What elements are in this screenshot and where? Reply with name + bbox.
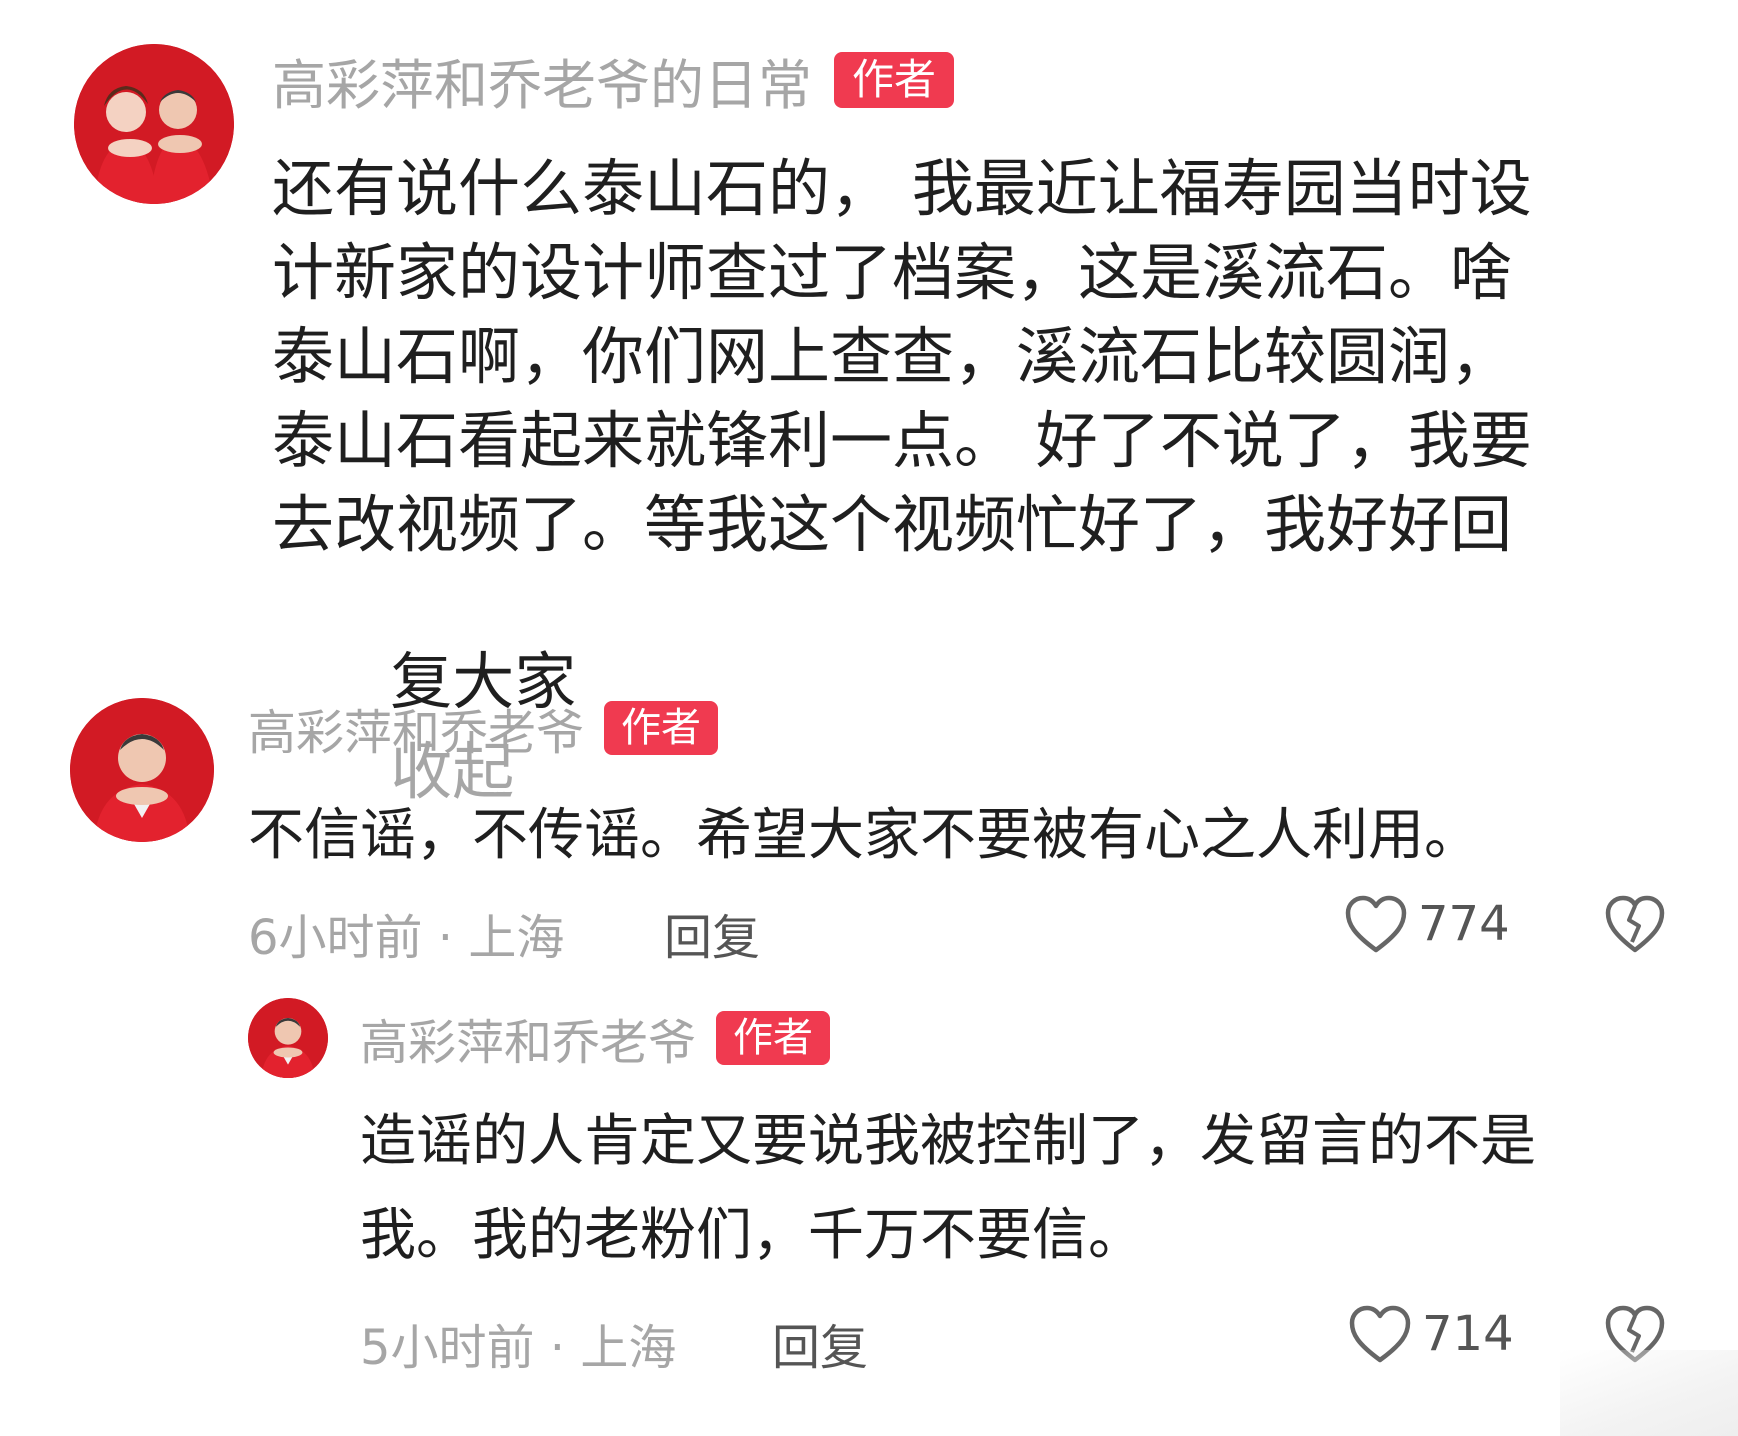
reply-button[interactable]: 回复: [664, 898, 760, 968]
corner-fade: [1560, 1350, 1738, 1436]
comment-meta: 5小时前 · 上海: [360, 1320, 677, 1376]
comment-meta: 6小时前 · 上海: [248, 910, 565, 966]
like-button[interactable]: 714: [1348, 1302, 1514, 1366]
avatar-man[interactable]: [70, 698, 214, 842]
heart-outline-icon: [1349, 1305, 1411, 1363]
comment-2-author-row: 高彩萍和乔老爷 作者: [248, 698, 719, 761]
reply-button[interactable]: 回复: [772, 1308, 868, 1378]
comment-3-reply: 高彩萍和乔老爷 作者 造谣的人肯定又要说我被控制了，发留言的不是 我。我的老粉们…: [0, 990, 1738, 1390]
broken-heart-icon: [1605, 895, 1665, 953]
author-badge: 作者: [834, 52, 955, 108]
comment-2: 高彩萍和乔老爷 作者 不信谣，不传谣。希望大家不要被有心之人利用。 6小时前 ·…: [0, 680, 1738, 980]
comment-line: 还有说什么泰山石的， 我最近让福寿园当时设: [272, 152, 1532, 225]
heart-outline-icon: [1345, 895, 1407, 953]
author-badge: 作者: [716, 1011, 831, 1065]
comment-1-author-row: 高彩萍和乔老爷的日常 作者: [272, 46, 955, 117]
author-name[interactable]: 高彩萍和乔老爷: [360, 1003, 696, 1073]
comment-line: 计新家的设计师查过了档案，这是溪流石。啥: [272, 236, 1513, 309]
comment-line: 造谣的人肯定又要说我被控制了，发留言的不是: [360, 1109, 1536, 1174]
like-count: 774: [1418, 896, 1510, 952]
author-badge: 作者: [604, 701, 719, 755]
comment-2-text: 不信谣，不传谣。希望大家不要被有心之人利用。: [248, 803, 1480, 868]
comment-1: 高彩萍和乔老爷的日常 作者 还有说什么泰山石的， 我最近让福寿园当时设 计新家的…: [0, 0, 1738, 808]
couple-avatar-icon: [74, 44, 234, 204]
comment-3-author-row: 高彩萍和乔老爷 作者: [360, 1008, 831, 1071]
dislike-button[interactable]: [1604, 894, 1666, 954]
man-avatar-icon: [248, 998, 328, 1078]
comment-line: 去改视频了。等我这个视频忙好了，我好好回: [272, 488, 1513, 561]
like-count: 714: [1422, 1306, 1514, 1362]
author-name[interactable]: 高彩萍和乔老爷的日常: [272, 41, 812, 120]
like-button[interactable]: 774: [1344, 892, 1510, 956]
comment-line: 泰山石啊，你们网上查查，溪流石比较圆润，: [272, 320, 1513, 393]
man-avatar-icon: [70, 698, 214, 842]
comment-line: 泰山石看起来就锋利一点。 好了不说了，我要: [272, 404, 1532, 477]
avatar-man-small[interactable]: [248, 998, 328, 1078]
comment-line: 我。我的老粉们，千万不要信。: [360, 1203, 1144, 1268]
author-name[interactable]: 高彩萍和乔老爷: [248, 693, 584, 763]
avatar-couple[interactable]: [74, 44, 234, 204]
